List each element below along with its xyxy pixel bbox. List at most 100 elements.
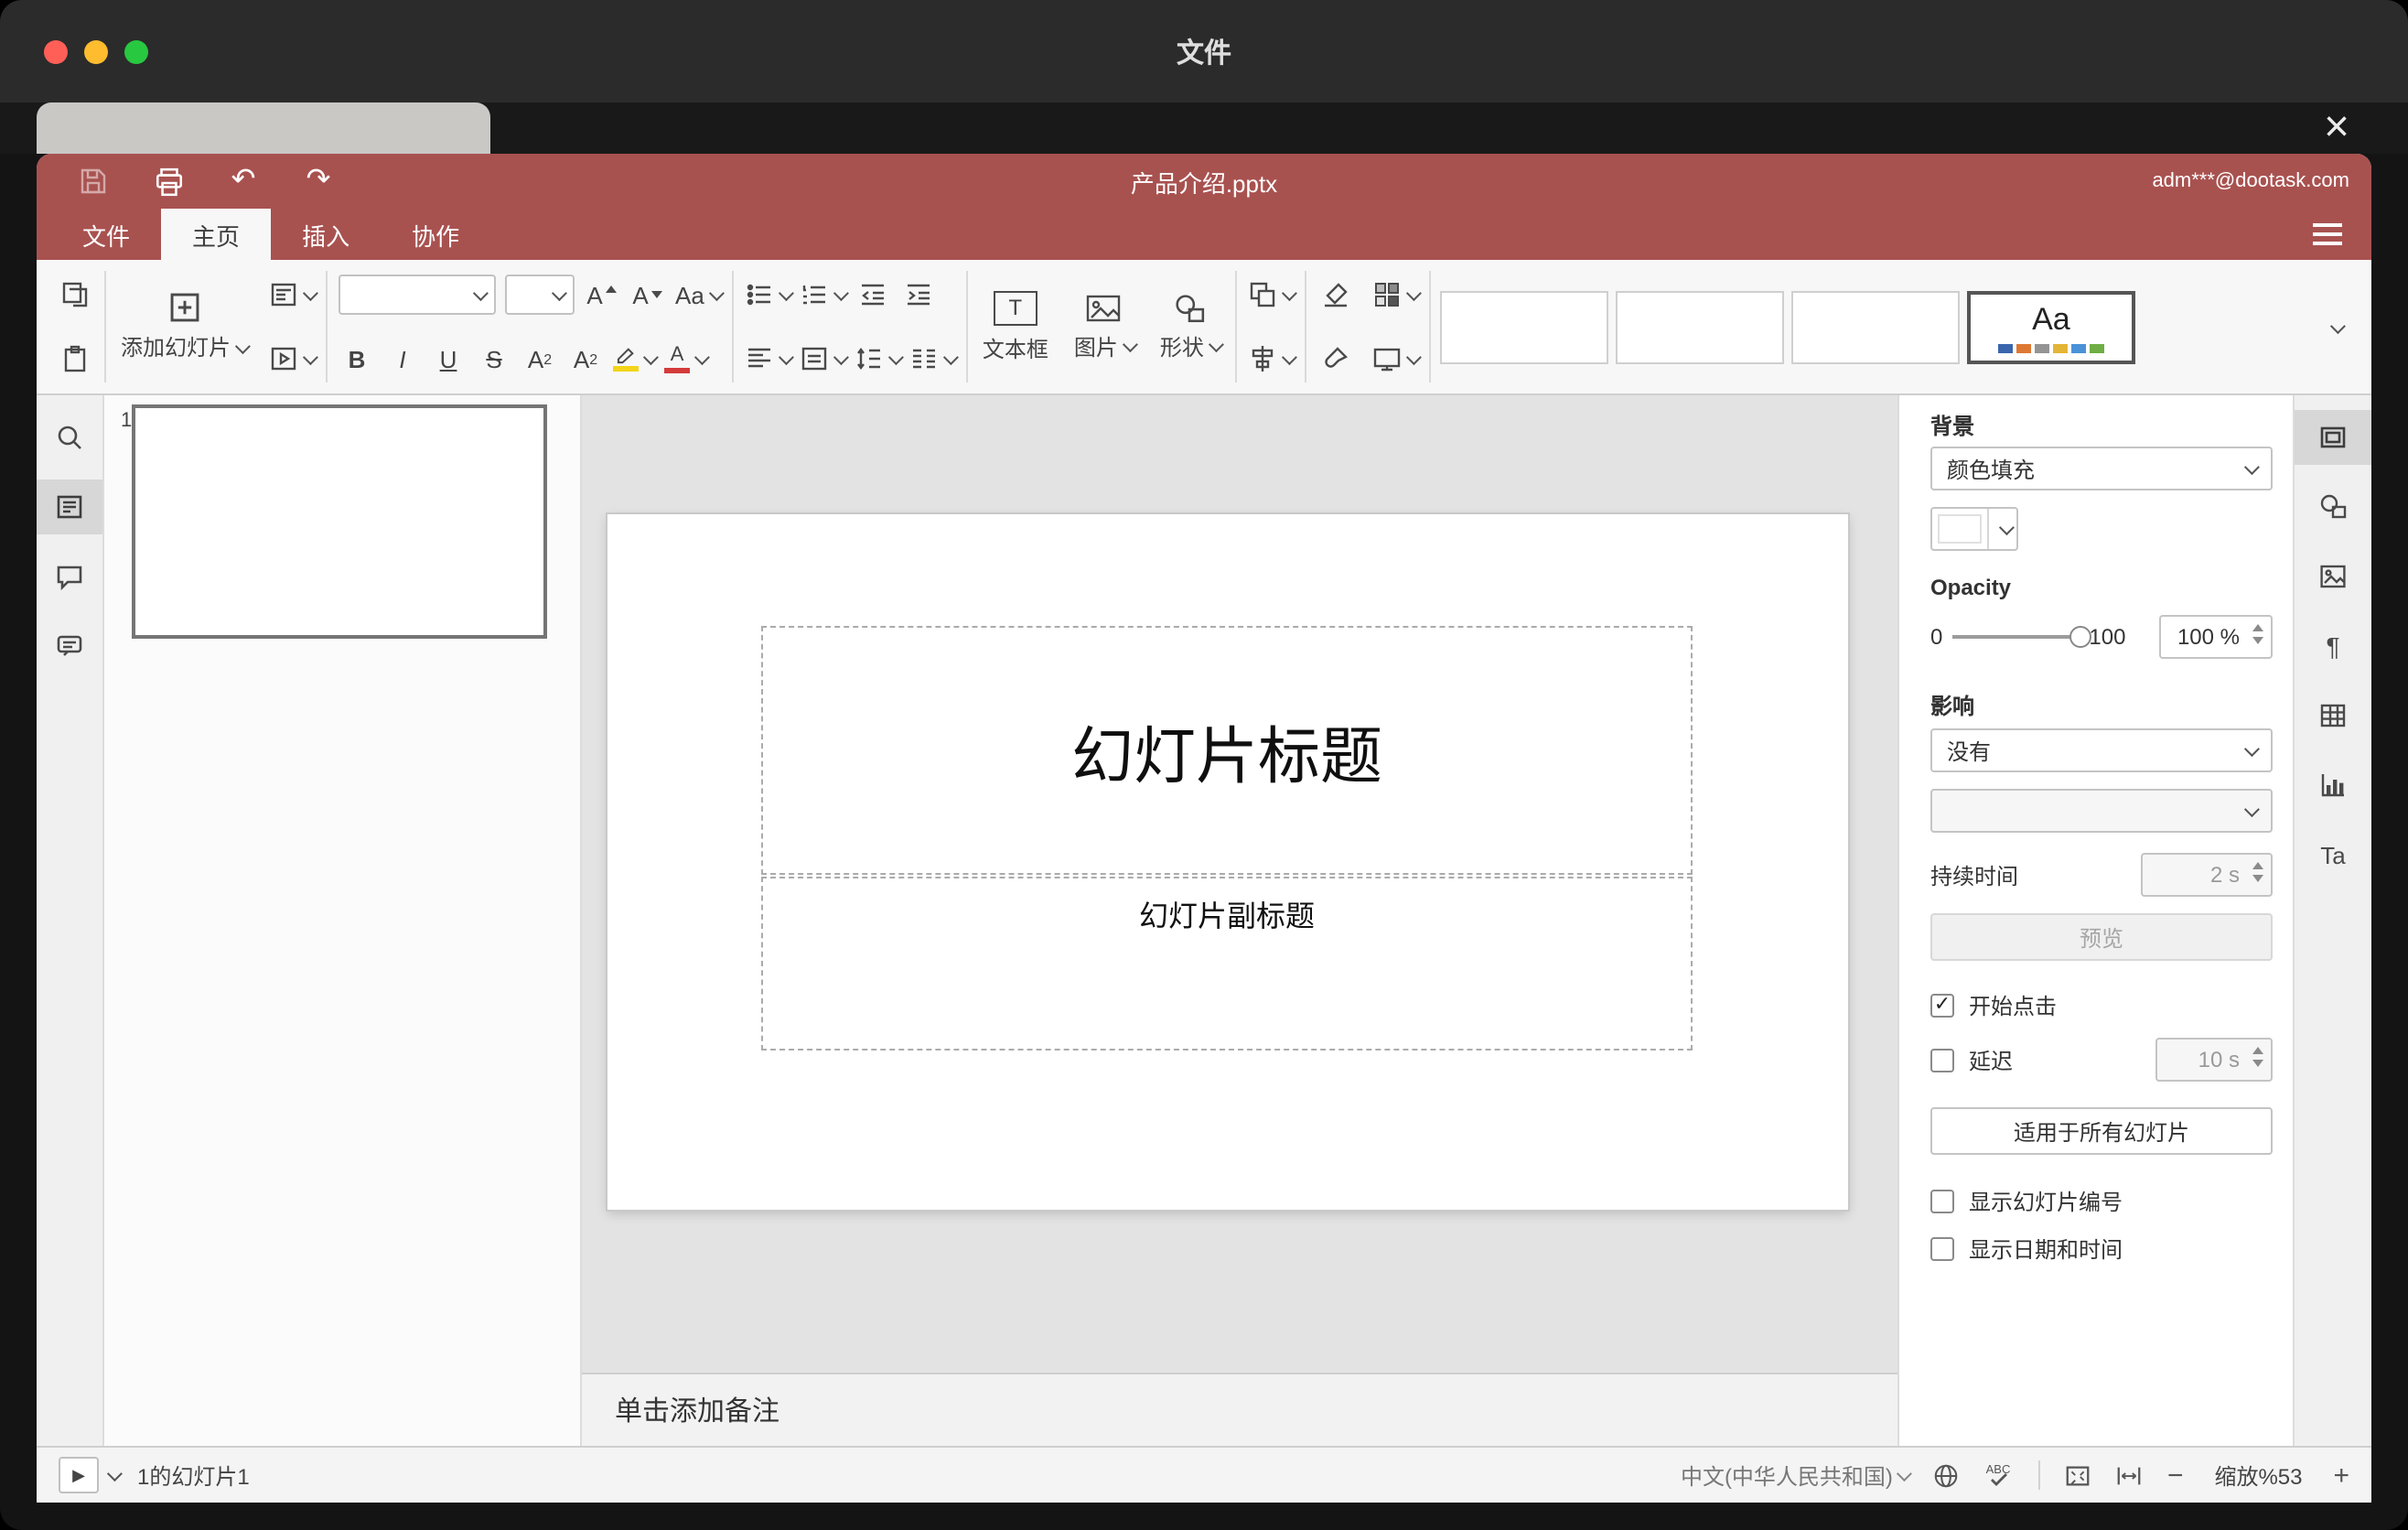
preview-button[interactable]: 预览 (1930, 913, 2273, 961)
opacity-slider-knob[interactable] (2069, 626, 2091, 648)
quick-access-row: ↶ ↷ 产品介绍.pptx adm***@dootask.com (37, 154, 2371, 209)
increase-indent-button[interactable] (900, 273, 937, 317)
theme-option-2[interactable] (1615, 290, 1784, 363)
increase-font-button[interactable]: A (584, 273, 620, 317)
vertical-align-button[interactable] (800, 337, 849, 381)
color-scheme-button[interactable] (1372, 273, 1422, 317)
tab-file[interactable]: 文件 (51, 209, 161, 260)
effect-select[interactable]: 没有 (1930, 728, 2273, 772)
start-slideshow-status-icon[interactable]: ▶ (59, 1457, 99, 1493)
decrease-indent-button[interactable] (855, 273, 891, 317)
background-label: 背景 (1930, 414, 1975, 439)
start-on-click-checkbox[interactable]: ✓ (1930, 994, 1954, 1018)
highlighter-icon (613, 346, 640, 372)
paragraph-settings-icon[interactable]: ¶ (2295, 619, 2371, 673)
copy-style-brush-icon[interactable] (1317, 337, 1354, 381)
chart-settings-icon[interactable] (2295, 758, 2371, 813)
highlight-color-button[interactable] (613, 337, 659, 381)
zoom-out-button[interactable]: − (2167, 1460, 2184, 1491)
globe-icon[interactable] (1933, 1461, 1961, 1489)
tab-collaboration[interactable]: 协作 (381, 209, 490, 260)
horizontal-align-button[interactable] (745, 337, 794, 381)
spellcheck-icon[interactable]: ABC (1984, 1460, 2016, 1490)
show-slide-number-checkbox[interactable] (1930, 1190, 1954, 1213)
change-case-button[interactable]: Aa (675, 273, 725, 317)
delay-input[interactable]: 10 s (2155, 1038, 2273, 1082)
subtitle-placeholder[interactable]: 幻灯片副标题 (761, 877, 1693, 1051)
font-name-combo[interactable] (339, 275, 497, 315)
theme-option-3[interactable] (1790, 290, 1960, 363)
theme-option-1[interactable] (1439, 290, 1608, 363)
duration-input[interactable]: 2 s (2141, 853, 2273, 897)
fit-slide-icon[interactable] (2065, 1461, 2092, 1489)
opacity-min-label: 0 (1930, 624, 1943, 650)
apply-to-all-slides-button[interactable]: 适用于所有幻灯片 (1930, 1107, 2273, 1155)
font-size-combo[interactable] (505, 275, 575, 315)
subscript-button[interactable]: A2 (567, 337, 604, 381)
numbering-button[interactable] (800, 273, 849, 317)
decrease-font-button[interactable]: A (629, 273, 666, 317)
redo-icon[interactable]: ↷ (302, 165, 335, 198)
font-color-button[interactable]: A (664, 337, 710, 381)
title-placeholder[interactable]: 幻灯片标题 (761, 626, 1693, 875)
delay-checkbox[interactable] (1930, 1048, 1954, 1072)
bullets-button[interactable] (745, 273, 794, 317)
line-spacing-button[interactable] (855, 337, 904, 381)
zoom-in-button[interactable]: + (2333, 1460, 2349, 1491)
chat-icon[interactable] (37, 619, 102, 673)
spinner-arrows-icon[interactable] (2252, 1047, 2263, 1067)
slide-settings-panel: 背景 颜色填充 Opacity 0 100 100 % 影响 没有 持续时间 2… (1897, 395, 2293, 1446)
slide[interactable]: 幻灯片标题 幻灯片副标题 (607, 514, 1848, 1210)
columns-button[interactable] (909, 337, 959, 381)
italic-button[interactable]: I (384, 337, 421, 381)
undo-icon[interactable]: ↶ (227, 165, 260, 198)
show-date-time-checkbox[interactable] (1930, 1237, 1954, 1261)
add-slide-button[interactable]: 添加幻灯片 (108, 267, 260, 386)
tab-insert[interactable]: 插入 (271, 209, 381, 260)
textart-settings-icon[interactable]: Ta (2295, 827, 2371, 882)
underline-button[interactable]: U (430, 337, 467, 381)
strikethrough-button[interactable]: S (476, 337, 512, 381)
slide-layout-button[interactable] (269, 273, 318, 317)
theme-gallery-more-button[interactable] (2313, 275, 2353, 378)
slide-size-button[interactable] (1372, 337, 1422, 381)
close-icon[interactable]: × (2309, 102, 2364, 154)
fit-width-icon[interactable] (2116, 1461, 2144, 1489)
theme-option-selected[interactable]: Aa (1966, 290, 2135, 363)
image-settings-icon[interactable] (2295, 549, 2371, 604)
language-selector[interactable]: 中文(中华人民共和国) (1681, 1460, 1913, 1491)
spinner-arrows-icon[interactable] (2252, 862, 2263, 882)
chevron-down-icon[interactable] (106, 1466, 123, 1482)
slides-panel-icon[interactable] (37, 479, 102, 534)
superscript-button[interactable]: A2 (521, 337, 558, 381)
insert-shape-button[interactable]: 形状 (1147, 267, 1233, 386)
bold-button[interactable]: B (339, 337, 375, 381)
start-slideshow-button[interactable] (269, 337, 318, 381)
spinner-arrows-icon[interactable] (2252, 624, 2263, 644)
chevron-down-icon (2243, 459, 2260, 476)
opacity-slider[interactable] (1951, 626, 2091, 648)
save-icon[interactable] (77, 165, 110, 198)
table-settings-icon[interactable] (2295, 688, 2371, 743)
insert-textbox-button[interactable]: T 文本框 (970, 267, 1061, 386)
font-group: A A Aa B I U S A2 A2 A (329, 267, 730, 386)
insert-image-button[interactable]: 图片 (1061, 267, 1147, 386)
paste-icon[interactable] (57, 337, 93, 381)
notes-area[interactable]: 单击添加备注 (582, 1373, 1897, 1446)
arrange-shapes-button[interactable] (1248, 273, 1297, 317)
clear-style-eraser-icon[interactable] (1317, 273, 1354, 317)
shape-settings-icon[interactable] (2295, 479, 2371, 534)
copy-icon[interactable] (57, 273, 93, 317)
effect-type-select[interactable] (1930, 789, 2273, 833)
opacity-input[interactable]: 100 % (2159, 615, 2273, 659)
hamburger-menu-icon[interactable] (2313, 209, 2342, 260)
background-fill-select[interactable]: 颜色填充 (1930, 447, 2273, 490)
background-color-picker[interactable] (1930, 507, 2018, 551)
comments-icon[interactable] (37, 549, 102, 604)
slide-settings-icon[interactable] (2295, 410, 2371, 465)
tab-home[interactable]: 主页 (161, 209, 272, 260)
search-icon[interactable] (37, 410, 102, 465)
align-shapes-button[interactable] (1248, 337, 1297, 381)
print-icon[interactable] (152, 165, 185, 198)
slide-thumbnail[interactable] (132, 404, 547, 639)
